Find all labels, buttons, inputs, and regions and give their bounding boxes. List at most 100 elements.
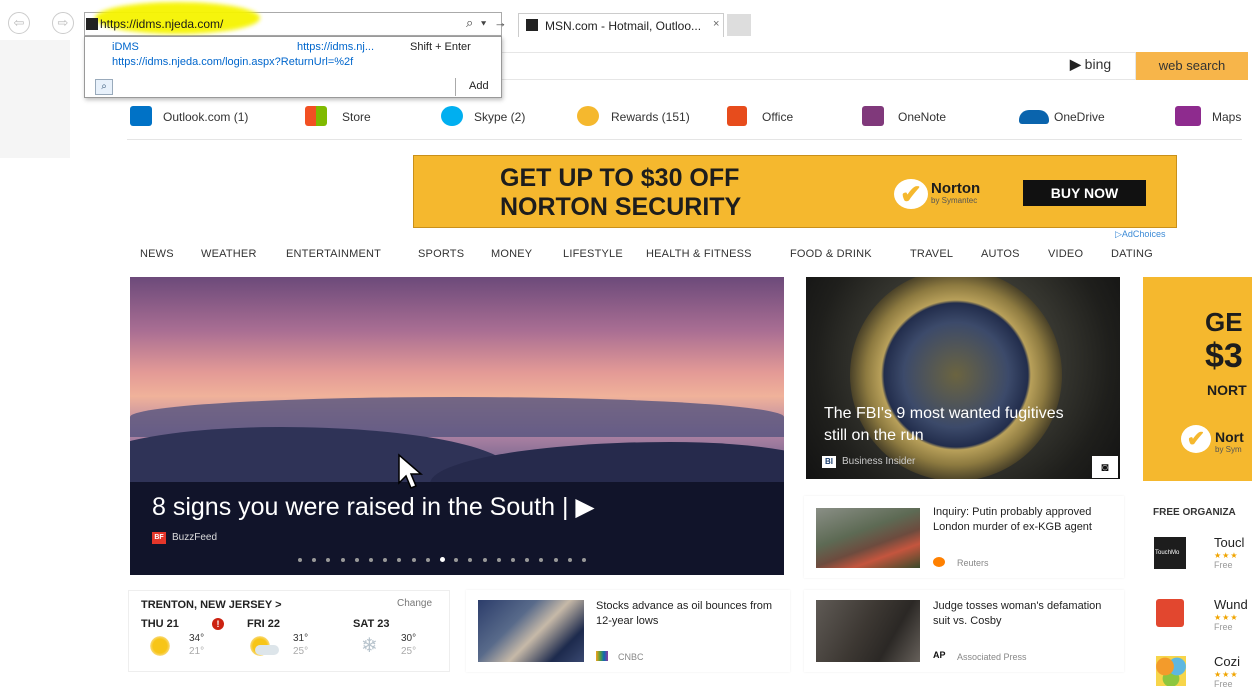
norton-side-ad[interactable]: GE $3 NORT ✔ Nort by Sym bbox=[1143, 277, 1252, 481]
suggestion-shortcut-hint: Shift + Enter bbox=[410, 41, 471, 53]
nav-travel[interactable]: TRAVEL bbox=[910, 248, 953, 260]
app-price: Free bbox=[1214, 622, 1233, 632]
quicklink-store[interactable]: Store bbox=[342, 110, 371, 124]
camera-icon[interactable]: ◙ bbox=[1092, 456, 1118, 478]
nav-entertainment[interactable]: ENTERTAINMENT bbox=[286, 248, 381, 260]
nav-dating[interactable]: DATING bbox=[1111, 248, 1153, 260]
story-title[interactable]: The FBI's 9 most wanted fugitives still … bbox=[824, 403, 1064, 447]
carousel-dot[interactable] bbox=[298, 558, 302, 562]
hero-carousel[interactable]: 8 signs you were raised in the South | ▶… bbox=[130, 277, 784, 575]
divider bbox=[127, 139, 1242, 140]
norton-check-icon: ✔ bbox=[1181, 425, 1211, 453]
nav-autos[interactable]: AUTOS bbox=[981, 248, 1020, 260]
tab-msn[interactable]: MSN.com - Hotmail, Outloo... bbox=[518, 13, 724, 37]
maps-icon bbox=[1175, 106, 1201, 126]
quicklink-skype[interactable]: Skype (2) bbox=[474, 110, 525, 124]
weather-change-link[interactable]: Change bbox=[397, 598, 432, 609]
quicklink-onenote[interactable]: OneNote bbox=[898, 110, 946, 124]
nav-sports[interactable]: SPORTS bbox=[418, 248, 464, 260]
story-title[interactable]: Stocks advance as oil bounces from 12-ye… bbox=[596, 599, 776, 629]
msn-favicon-icon bbox=[86, 18, 98, 30]
weather-alert-icon[interactable]: ! bbox=[212, 618, 224, 630]
address-search-go-icons[interactable]: ⌕ ▾ → bbox=[466, 15, 509, 31]
search-provider-icon[interactable]: ⌕ bbox=[95, 79, 113, 95]
store-icon bbox=[305, 106, 327, 126]
carousel-dot[interactable] bbox=[567, 558, 572, 562]
weather-widget[interactable]: TRENTON, NEW JERSEY > Change THU 21 ! FR… bbox=[128, 590, 450, 672]
msn-search-input[interactable] bbox=[502, 52, 1136, 80]
suggestion-url[interactable]: https://idms.nj... bbox=[297, 41, 374, 53]
app-rating: ★★★ bbox=[1214, 613, 1239, 622]
app-item[interactable]: Cozi ★★★ Free bbox=[1146, 648, 1252, 698]
msn-favicon-icon bbox=[526, 19, 538, 31]
quicklink-maps[interactable]: Maps bbox=[1212, 110, 1241, 124]
carousel-dot[interactable] bbox=[511, 558, 515, 562]
hero-source: BuzzFeed bbox=[172, 532, 218, 543]
back-button[interactable]: ⇦ bbox=[8, 12, 30, 34]
sun-icon bbox=[149, 635, 171, 657]
apps-heading: FREE ORGANIZA bbox=[1153, 507, 1236, 518]
story-card-fbi[interactable]: The FBI's 9 most wanted fugitives still … bbox=[806, 277, 1120, 479]
nav-video[interactable]: VIDEO bbox=[1048, 248, 1083, 260]
weather-day: THU 21 bbox=[141, 618, 179, 630]
nav-news[interactable]: NEWS bbox=[140, 248, 174, 260]
adchoices-icon: ▷ bbox=[1115, 229, 1122, 239]
app-item[interactable]: TouchMo Toucl ★★★ Free bbox=[1146, 529, 1252, 579]
weather-location[interactable]: TRENTON, NEW JERSEY > bbox=[141, 599, 282, 611]
quicklink-onedrive[interactable]: OneDrive bbox=[1054, 110, 1105, 124]
carousel-dot[interactable] bbox=[411, 558, 416, 562]
story-card-stocks[interactable]: Stocks advance as oil bounces from 12-ye… bbox=[466, 590, 790, 672]
adchoices-link[interactable]: ▷AdChoices bbox=[1115, 229, 1165, 240]
app-item[interactable]: Wund ★★★ Free bbox=[1146, 591, 1252, 641]
nav-money[interactable]: MONEY bbox=[491, 248, 532, 260]
forward-button[interactable]: ⇨ bbox=[52, 12, 74, 34]
mouse-cursor-icon bbox=[398, 453, 424, 489]
quicklink-rewards[interactable]: Rewards (151) bbox=[611, 110, 690, 124]
wunderlist-app-icon bbox=[1156, 599, 1184, 627]
carousel-dot[interactable] bbox=[440, 557, 445, 562]
carousel-dot[interactable] bbox=[482, 558, 487, 562]
nav-health-fitness[interactable]: HEALTH & FITNESS bbox=[646, 248, 752, 260]
nav-lifestyle[interactable]: LIFESTYLE bbox=[563, 248, 623, 260]
new-tab-button[interactable] bbox=[727, 14, 751, 36]
nav-food-drink[interactable]: FOOD & DRINK bbox=[790, 248, 872, 260]
tab-close-icon[interactable]: × bbox=[713, 18, 719, 30]
fbi-seal-image bbox=[850, 277, 1062, 479]
weather-day: FRI 22 bbox=[247, 618, 281, 630]
app-name[interactable]: Wund bbox=[1214, 597, 1248, 612]
app-name[interactable]: Cozi bbox=[1214, 654, 1240, 669]
side-ad-brand: Nort bbox=[1215, 429, 1244, 445]
skype-icon bbox=[441, 106, 463, 126]
suggestion-history-url[interactable]: https://idms.njeda.com/login.aspx?Return… bbox=[112, 56, 353, 68]
ad-headline: GET UP TO $30 OFF bbox=[500, 164, 740, 192]
weather-high: 34° bbox=[189, 633, 205, 644]
carousel-dot[interactable] bbox=[582, 558, 586, 562]
buy-now-button[interactable]: BUY NOW bbox=[1023, 180, 1146, 206]
hero-title[interactable]: 8 signs you were raised in the South | ▶ bbox=[152, 492, 595, 522]
side-ad-brand-sub: by Sym bbox=[1215, 445, 1242, 454]
onenote-icon bbox=[862, 106, 884, 126]
quicklink-outlook[interactable]: Outlook.com (1) bbox=[163, 110, 248, 124]
carousel-dot[interactable] bbox=[340, 558, 345, 562]
story-card-putin[interactable]: Inquiry: Putin probably approved London … bbox=[804, 496, 1124, 578]
business-insider-icon: BI bbox=[822, 456, 836, 468]
address-input[interactable]: https://idms.njeda.com/ bbox=[100, 17, 223, 31]
carousel-dot[interactable] bbox=[425, 558, 430, 562]
carousel-dot[interactable] bbox=[496, 558, 501, 562]
nav-weather[interactable]: WEATHER bbox=[201, 248, 257, 260]
story-title[interactable]: Judge tosses woman's defamation suit vs.… bbox=[933, 599, 1113, 629]
suggestion-title[interactable]: iDMS bbox=[112, 41, 139, 53]
carousel-dot[interactable] bbox=[553, 558, 558, 562]
carousel-dot[interactable] bbox=[369, 558, 373, 562]
weather-low: 21° bbox=[189, 646, 205, 657]
story-thumbnail bbox=[816, 600, 920, 662]
tab-title: MSN.com - Hotmail, Outloo... bbox=[545, 19, 702, 33]
add-search-provider-button[interactable]: Add bbox=[469, 80, 489, 92]
app-name[interactable]: Toucl bbox=[1214, 535, 1244, 550]
story-title[interactable]: Inquiry: Putin probably approved London … bbox=[933, 505, 1113, 535]
web-search-button[interactable]: web search bbox=[1136, 52, 1248, 80]
story-source: Reuters bbox=[957, 558, 989, 568]
story-card-cosby[interactable]: Judge tosses woman's defamation suit vs.… bbox=[804, 590, 1124, 672]
carousel-dot[interactable] bbox=[354, 558, 359, 562]
quicklink-office[interactable]: Office bbox=[762, 110, 793, 124]
